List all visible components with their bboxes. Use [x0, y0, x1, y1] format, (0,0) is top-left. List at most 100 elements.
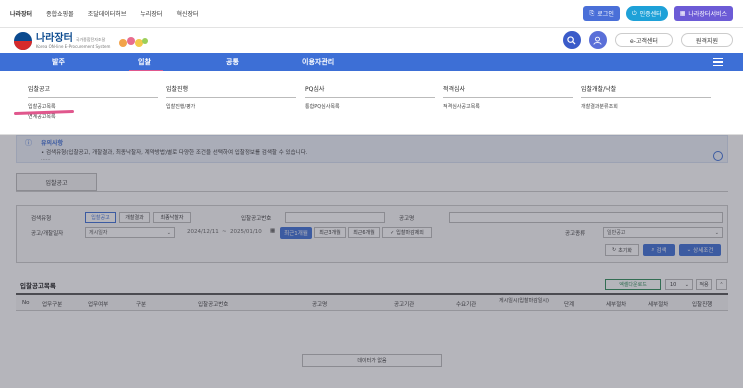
mega-menu: 입찰공고 입찰공고목록 연계공고목록 입찰진행 입찰진행/평가 PQ심사 통합P…	[0, 71, 743, 135]
nav-order[interactable]: 발주	[52, 57, 65, 67]
user-icon	[593, 36, 603, 45]
site-logo[interactable]: 나라장터 국가종합전자조달 Korea ON-line E-Procuremen…	[14, 32, 110, 50]
mega-col-pq: PQ심사 통합PQ심사목록	[305, 84, 435, 110]
reset-button[interactable]: ↻ 초기화	[605, 244, 639, 256]
notice-kind-value: 일반공고	[607, 230, 626, 236]
column-header[interactable]: 공고명	[312, 300, 327, 308]
column-header[interactable]: 구분	[136, 300, 146, 308]
tab-bid-notice[interactable]: 입찰공고	[16, 173, 97, 191]
services-button[interactable]: ▦ 나라장터서비스	[673, 6, 733, 21]
column-header[interactable]: 입찰공고번호	[198, 300, 228, 308]
apply-button[interactable]: 적용	[696, 279, 712, 290]
grid-icon: ▦	[679, 10, 686, 17]
mega-col-title: PQ심사	[305, 84, 435, 98]
date-separator: ~	[222, 229, 227, 235]
column-header[interactable]: 공고기관	[394, 300, 414, 308]
mega-col-bid-notice: 입찰공고 입찰공고목록 연계공고목록	[28, 84, 158, 120]
login-icon: ⎘	[589, 9, 595, 17]
topnav-innovation[interactable]: 혁신장터	[176, 9, 198, 18]
nav-common[interactable]: 공통	[226, 57, 239, 67]
chevron-down-icon[interactable]	[713, 151, 723, 161]
excel-download-button[interactable]: 엑셀다운로드	[605, 279, 661, 290]
exclude-closed-checkbox[interactable]: ✓ 입찰마감제외	[382, 227, 432, 238]
notice-title: 유의사항	[41, 140, 64, 147]
logo-name: 나라장터	[36, 32, 73, 44]
date-to[interactable]: 2025/01/10	[230, 229, 262, 235]
notice-name-input[interactable]	[449, 212, 723, 223]
type-opening-button[interactable]: 개찰결과	[119, 212, 150, 223]
remote-support-button[interactable]: 원격지원	[680, 33, 733, 47]
topnav-shopping-mall[interactable]: 종합쇼핑몰	[46, 9, 74, 18]
notice-more: ......	[41, 156, 51, 162]
type-bid-notice-button[interactable]: 입찰공고	[85, 212, 116, 223]
login-button[interactable]: ⎘ 로그인	[583, 6, 620, 21]
column-header[interactable]: 업무여부	[88, 300, 108, 308]
column-header[interactable]: 세부절차	[648, 300, 668, 308]
logo-subtitle: Korea ON-line E-Procurement System	[36, 43, 111, 49]
mega-col-qualification: 적격심사 적격심사공고목록	[443, 84, 573, 110]
notice-text: • 검색유형(입찰공고, 개찰결과, 최종낙찰자, 계약방법)별로 다양한 조건…	[41, 150, 308, 156]
menu-icon[interactable]	[713, 58, 723, 66]
cert-center-button[interactable]: ⏻ 인증센터	[625, 6, 668, 21]
topnav-naramarket[interactable]: 나라장터	[10, 9, 32, 18]
exclude-closed-label: 입찰마감제외	[396, 230, 424, 236]
nav-user-management[interactable]: 이용자관리	[302, 57, 334, 67]
top-nav: 나라장터 종합쇼핑몰 조달데이터허브 누리장터 혁신장터	[10, 9, 199, 18]
detail-conditions-button[interactable]: ⌄ 상세조건	[679, 244, 721, 256]
logo-emblem-icon	[14, 32, 32, 50]
column-header[interactable]: 세부절차	[606, 300, 626, 308]
mega-item-bid-progress[interactable]: 입찰진행/평가	[166, 103, 296, 110]
top-utility-bar: 나라장터 종합쇼핑몰 조달데이터허브 누리장터 혁신장터 ⎘ 로그인 ⏻ 인증센…	[0, 0, 743, 28]
column-header[interactable]: 업무구분	[42, 300, 62, 308]
empty-message: 데이터가 없음	[302, 354, 442, 367]
search-type-label: 검색유형	[31, 216, 52, 222]
period-1month-button[interactable]: 최근1개월	[280, 227, 312, 239]
date-from[interactable]: 2024/12/11	[187, 229, 219, 235]
mega-col-bid-progress: 입찰진행 입찰진행/평가	[166, 84, 296, 110]
column-header[interactable]: 게시일시(입찰마감일시)	[498, 297, 550, 304]
table-header: No 업무구분 업무여부 구분 입찰공고번호 공고명 공고기관 수요기관 게시일…	[16, 293, 728, 311]
search-submit-button[interactable]: ⌕ 검색	[643, 244, 675, 256]
refresh-icon: ↻	[611, 247, 617, 253]
search-button[interactable]	[562, 31, 581, 49]
column-header[interactable]: 단계	[564, 300, 574, 308]
customer-center-button[interactable]: e-고객센터	[614, 33, 673, 47]
notice-kind-select[interactable]: 일반공고 ⌄	[603, 227, 723, 238]
mega-item-bid-notice-list[interactable]: 입찰공고목록	[28, 103, 158, 110]
chevron-down-icon: ⌄	[714, 229, 719, 236]
reset-label: 초기화	[618, 247, 632, 254]
search-icon	[567, 35, 576, 45]
column-header[interactable]: 입찰진행	[692, 300, 712, 308]
column-header[interactable]: No	[22, 300, 29, 306]
topnav-data-hub[interactable]: 조달데이터허브	[88, 9, 127, 18]
nav-bid[interactable]: 입찰	[138, 57, 151, 67]
mega-item-opening-results[interactable]: 개찰결과분류조회	[581, 103, 711, 110]
notice-box: ⓘ 유의사항 • 검색유형(입찰공고, 개찰결과, 최종낙찰자, 계약방법)별로…	[16, 135, 728, 163]
page-size-select[interactable]: 10 ⌄	[665, 279, 693, 290]
mega-item-pq-list[interactable]: 통합PQ심사목록	[305, 103, 435, 110]
check-icon: ✓	[390, 229, 395, 236]
calendar-icon[interactable]: ▦	[270, 228, 275, 234]
column-header[interactable]: 수요기관	[456, 300, 476, 308]
chevron-up-icon[interactable]: ⌃	[716, 279, 727, 290]
period-6month-button[interactable]: 최근6개월	[348, 227, 380, 238]
chevron-down-icon: ⌄	[686, 247, 692, 253]
notice-no-input[interactable]	[285, 212, 385, 223]
chevron-down-icon: ⌄	[166, 229, 171, 236]
topnav-nuri[interactable]: 누리장터	[140, 9, 162, 18]
search-icon: ⌕	[651, 246, 655, 253]
search-submit-label: 검색	[656, 248, 667, 254]
page-size-value: 10	[670, 281, 677, 288]
cert-center-label: 인증센터	[639, 11, 662, 18]
mega-item-qualification-list[interactable]: 적격심사공고목록	[443, 103, 573, 110]
date-type-value: 게시일자	[89, 230, 108, 236]
logo-bar: 나라장터 국가종합전자조달 Korea ON-line E-Procuremen…	[0, 28, 743, 53]
period-3month-button[interactable]: 최근3개월	[314, 227, 346, 238]
date-type-select[interactable]: 게시일자 ⌄	[85, 227, 175, 238]
type-final-winner-button[interactable]: 최종낙찰자	[153, 212, 191, 223]
mega-col-title: 입찰진행	[166, 84, 296, 98]
user-button[interactable]	[588, 31, 607, 49]
tab-divider	[16, 191, 728, 192]
notice-kind-label: 공고종류	[565, 231, 586, 237]
mega-item-linked-notice-list[interactable]: 연계공고목록	[28, 113, 158, 120]
